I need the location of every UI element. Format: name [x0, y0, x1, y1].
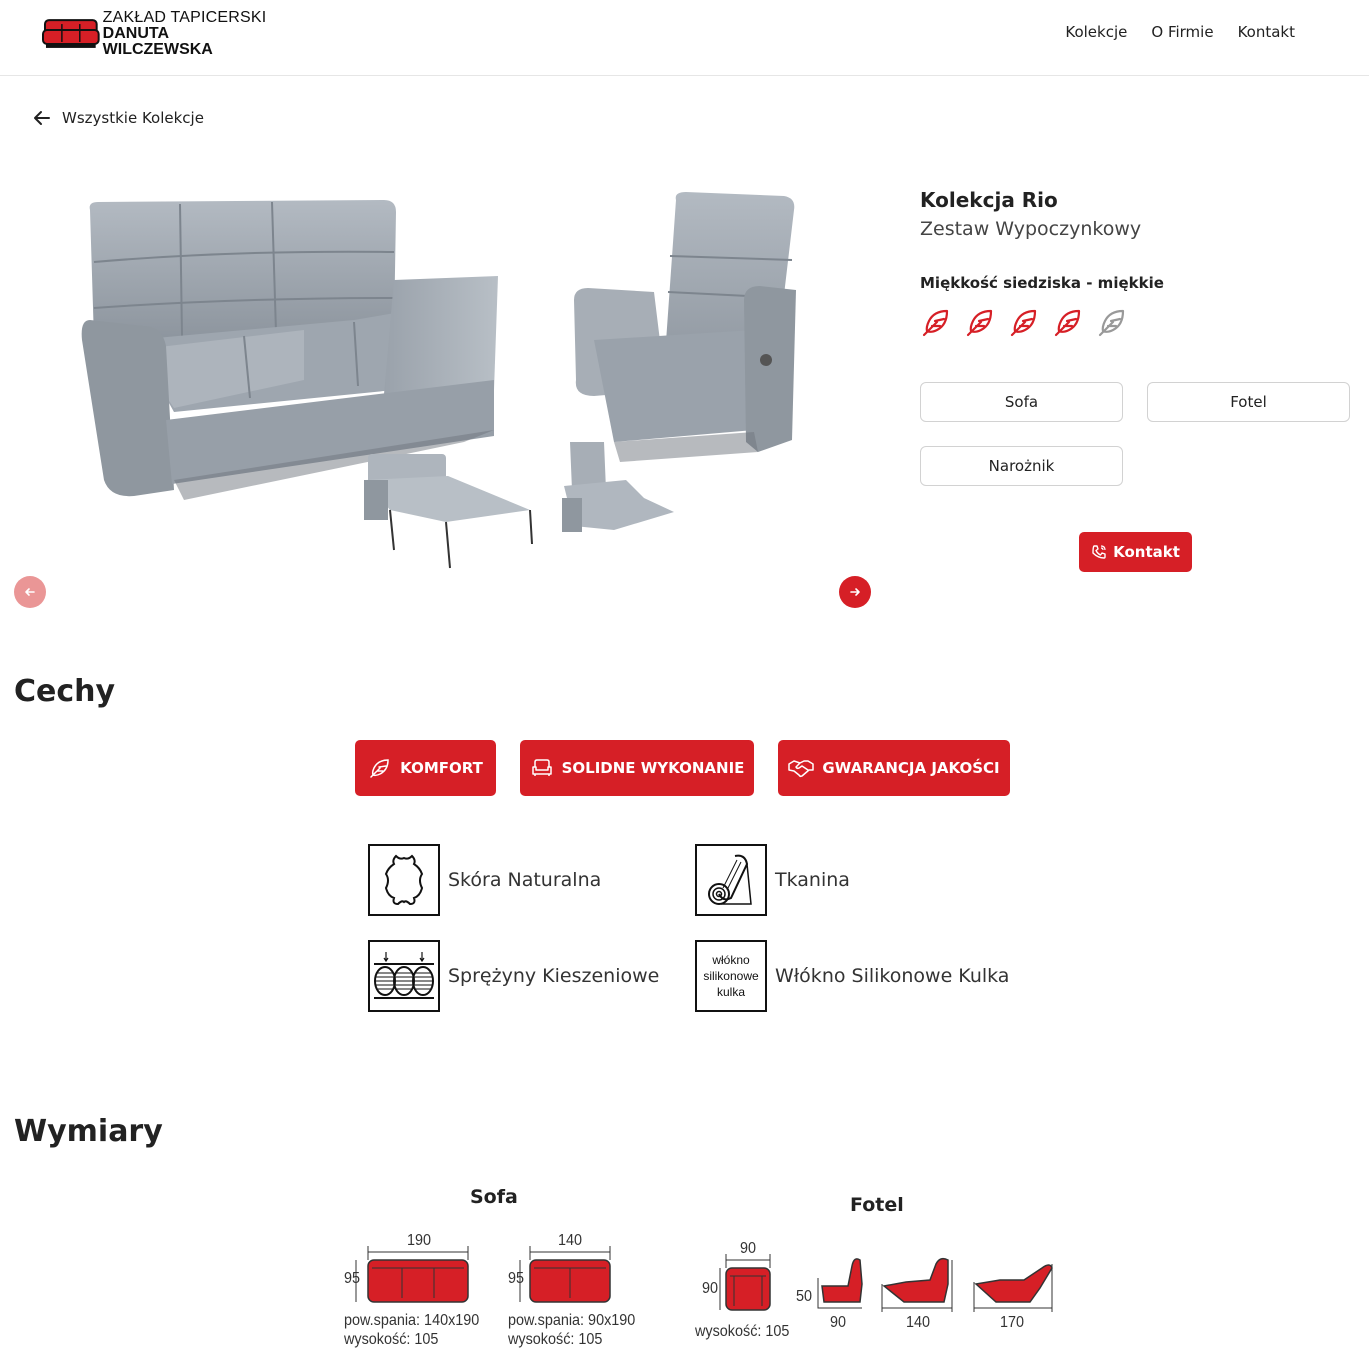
feather-filled-icon [1054, 309, 1081, 337]
contact-button-label: Kontakt [1113, 543, 1180, 561]
leather-hide-icon [368, 844, 440, 916]
back-link[interactable]: Wszystkie Kolekcje [32, 108, 204, 128]
feather-empty-icon [1098, 309, 1125, 337]
arrow-right-icon [850, 588, 860, 596]
material-skora: Skóra Naturalna [368, 844, 601, 916]
main-nav: Kolekcje O Firmie Kontakt [1053, 20, 1307, 44]
material-wlokno-label: Włókno Silikonowe Kulka [775, 965, 1010, 987]
feature-gwarancja-button[interactable]: GWARANCJA JAKOŚCI [778, 740, 1010, 796]
product-info: Kolekcja Rio Zestaw Wypoczynkowy Miękkoś… [920, 188, 1360, 572]
fotel-recline-length-1: 90 [830, 1314, 847, 1331]
carousel-next-button[interactable] [839, 576, 871, 608]
brand-logo[interactable]: ZAKŁAD TAPICERSKI DANUTA WILCZEWSKA [42, 10, 282, 58]
sofa-190-diagram [355, 1246, 469, 1303]
fotel-recline-90-diagram [817, 1258, 863, 1309]
nav-kolekcje[interactable]: Kolekcje [1053, 20, 1139, 44]
feature-gwarancja-label: GWARANCJA JAKOŚCI [822, 759, 1000, 777]
material-tkanina: Tkanina [695, 844, 850, 916]
feather-filled-icon [966, 309, 993, 337]
silicone-fiber-icon-text-3: kulka [716, 985, 745, 999]
armchair-icon [531, 759, 552, 776]
material-sprezyny: Sprężyny Kieszeniowe [368, 940, 659, 1012]
silicone-fiber-icon-text-2: silikonowe [703, 969, 759, 983]
sofa-140-depth: 95 [508, 1270, 525, 1287]
fotel-recline-140-diagram [881, 1257, 953, 1312]
silicone-fiber-icon-text-1: włókno [712, 953, 750, 967]
sofa-190-width: 190 [407, 1232, 432, 1249]
nav-kontakt[interactable]: Kontakt [1226, 20, 1307, 44]
brand-line2: DANUTA WILCZEWSKA [102, 25, 213, 58]
sofa-190-sleep-area: pow.spania: 140x190 [344, 1312, 480, 1329]
variant-sofa-button[interactable]: Sofa [920, 382, 1123, 422]
features-title: Cechy [14, 674, 116, 709]
material-wlokno: włókno silikonowe kulka Włókno Silikonow… [695, 940, 1009, 1012]
material-skora-label: Skóra Naturalna [448, 869, 602, 891]
dimensions-title: Wymiary [14, 1114, 163, 1149]
fotel-recline-height: 50 [796, 1288, 813, 1305]
feather-icon [370, 759, 389, 778]
back-link-label: Wszystkie Kolekcje [62, 109, 204, 127]
fotel-top-diagram [719, 1254, 771, 1311]
dimensions-fotel-title: Fotel [850, 1194, 904, 1216]
feather-filled-icon [1010, 309, 1037, 337]
product-carousel [14, 160, 874, 620]
feature-solidne-label: SOLIDNE WYKONANIE [561, 759, 745, 777]
fotel-recline-length-2: 140 [906, 1314, 931, 1331]
feature-komfort-button[interactable]: KOMFORT [355, 740, 496, 796]
site-header: ZAKŁAD TAPICERSKI DANUTA WILCZEWSKA Kole… [0, 0, 1369, 76]
product-image [81, 192, 796, 569]
sofa-140-width: 140 [558, 1232, 583, 1249]
fabric-roll-icon [695, 844, 767, 916]
arrow-left-icon [34, 111, 50, 125]
pocket-springs-icon [368, 940, 440, 1012]
sofa-140-height: wysokość: 105 [508, 1331, 603, 1348]
material-tkanina-label: Tkanina [775, 869, 850, 891]
sofa-190-depth: 95 [344, 1270, 361, 1287]
silicone-fiber-icon: włókno silikonowe kulka [695, 940, 767, 1012]
variant-naroznik-button[interactable]: Narożnik [920, 446, 1123, 486]
fotel-width: 90 [740, 1240, 757, 1257]
feature-komfort-label: KOMFORT [400, 759, 483, 777]
softness-rating [920, 306, 1128, 338]
variant-fotel-button[interactable]: Fotel [1147, 382, 1350, 422]
fotel-recline-length-3: 170 [1000, 1314, 1025, 1331]
contact-button[interactable]: Kontakt [1079, 532, 1192, 572]
softness-label: Miękkość siedziska - miękkie [920, 274, 1164, 292]
feather-filled-icon [922, 309, 949, 337]
fotel-recline-170-diagram [973, 1264, 1053, 1312]
carousel-prev-button[interactable] [14, 576, 46, 608]
phone-icon [1092, 545, 1106, 559]
arrow-left-icon [25, 588, 35, 596]
product-title: Kolekcja Rio [920, 188, 1058, 212]
brand-line1: ZAKŁAD TAPICERSKI [102, 9, 267, 26]
nav-o-firmie[interactable]: O Firmie [1139, 20, 1225, 44]
sofa-140-sleep-area: pow.spania: 90x190 [508, 1312, 636, 1329]
sofa-190-height: wysokość: 105 [344, 1331, 439, 1348]
fotel-height: wysokość: 105 [695, 1323, 790, 1340]
fotel-depth: 90 [702, 1280, 719, 1297]
product-subtitle: Zestaw Wypoczynkowy [920, 218, 1142, 240]
sofa-logo-icon [42, 19, 100, 48]
material-sprezyny-label: Sprężyny Kieszeniowe [448, 965, 660, 987]
feature-solidne-button[interactable]: SOLIDNE WYKONANIE [520, 740, 754, 796]
dimensions-sofa-title: Sofa [470, 1186, 518, 1208]
handshake-icon [788, 760, 815, 778]
